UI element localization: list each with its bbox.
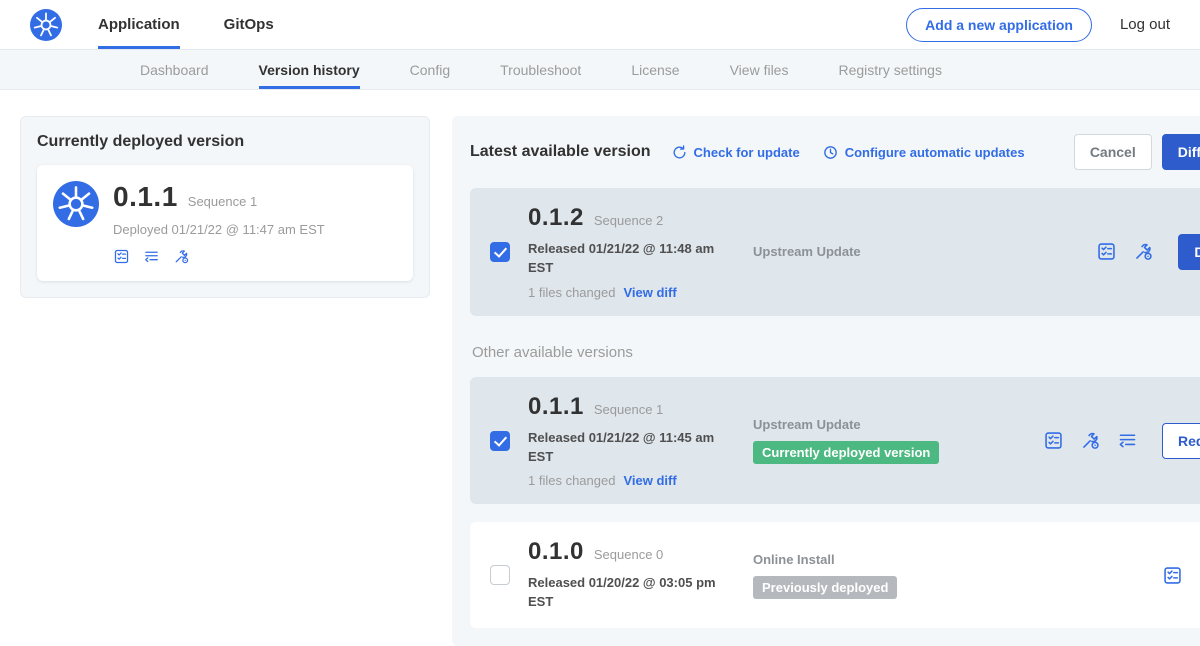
deployed-version-number: 0.1.1 bbox=[113, 181, 178, 213]
version-source-block: Upstream Update bbox=[753, 244, 1043, 259]
previously-deployed-badge: Previously deployed bbox=[753, 576, 897, 599]
release-notes-icon[interactable] bbox=[113, 248, 130, 265]
primary-nav: Application GitOps bbox=[98, 0, 318, 49]
subnav-dashboard[interactable]: Dashboard bbox=[140, 50, 209, 89]
add-application-button[interactable]: Add a new application bbox=[906, 8, 1092, 42]
deployed-sequence: Sequence 1 bbox=[188, 194, 257, 209]
latest-version-title: Latest available version bbox=[470, 143, 651, 161]
version-source-block: Upstream Update Currently deployed versi… bbox=[753, 417, 1043, 464]
version-info: 0.1.0 Sequence 0 Released 01/20/22 @ 03:… bbox=[528, 538, 753, 612]
version-info: 0.1.2 Sequence 2 Released 01/21/22 @ 11:… bbox=[528, 204, 753, 300]
main-content: Currently deployed version 0.1.1 Sequenc… bbox=[0, 90, 1200, 646]
release-notes-icon[interactable] bbox=[1162, 565, 1183, 586]
version-source-block: Online Install Previously deployed bbox=[753, 552, 1043, 599]
deployed-info: 0.1.1 Sequence 1 Deployed 01/21/22 @ 11:… bbox=[113, 181, 325, 265]
version-row-actions: Redeploy bbox=[1043, 423, 1200, 459]
app-subnav: Dashboard Version history Config Trouble… bbox=[0, 50, 1200, 90]
preflight-checks-icon[interactable] bbox=[173, 248, 190, 265]
version-checkbox[interactable] bbox=[490, 242, 510, 262]
other-versions-title: Other available versions bbox=[472, 344, 1200, 361]
files-changed-label: 1 files changed bbox=[528, 473, 615, 488]
check-for-update-label: Check for update bbox=[694, 145, 800, 160]
deploy-button[interactable]: Deploy bbox=[1178, 234, 1200, 270]
currently-deployed-panel: Currently deployed version 0.1.1 Sequenc… bbox=[20, 116, 430, 298]
version-sequence: Sequence 0 bbox=[594, 547, 663, 562]
tab-gitops[interactable]: GitOps bbox=[224, 0, 274, 49]
deployed-version-card: 0.1.1 Sequence 1 Deployed 01/21/22 @ 11:… bbox=[37, 165, 413, 281]
subnav-registry-settings[interactable]: Registry settings bbox=[838, 50, 941, 89]
subnav-view-files[interactable]: View files bbox=[730, 50, 789, 89]
version-source-label: Upstream Update bbox=[753, 417, 1043, 432]
configure-updates-label: Configure automatic updates bbox=[845, 145, 1025, 160]
version-row-actions bbox=[1162, 565, 1200, 586]
currently-deployed-badge: Currently deployed version bbox=[753, 441, 939, 464]
navbar-right: Add a new application Log out bbox=[906, 8, 1170, 42]
logout-link[interactable]: Log out bbox=[1120, 16, 1170, 33]
deployed-title: Currently deployed version bbox=[37, 133, 413, 151]
app-icon bbox=[53, 181, 99, 227]
preflight-checks-icon[interactable] bbox=[1080, 430, 1101, 451]
version-sequence: Sequence 2 bbox=[594, 213, 663, 228]
version-number: 0.1.1 bbox=[528, 393, 584, 421]
kubernetes-logo-icon[interactable] bbox=[30, 9, 62, 41]
currently-deployed-section: Currently deployed version 0.1.1 Sequenc… bbox=[20, 116, 430, 298]
version-row-0-1-1: 0.1.1 Sequence 1 Released 01/21/22 @ 11:… bbox=[470, 377, 1200, 505]
released-timestamp: Released 01/21/22 @ 11:45 am EST bbox=[528, 429, 724, 467]
view-diff-link[interactable]: View diff bbox=[623, 473, 676, 488]
released-timestamp: Released 01/20/22 @ 03:05 pm EST bbox=[528, 574, 724, 612]
view-diff-link[interactable]: View diff bbox=[623, 285, 676, 300]
version-info: 0.1.1 Sequence 1 Released 01/21/22 @ 11:… bbox=[528, 393, 753, 489]
release-notes-icon[interactable] bbox=[1096, 241, 1117, 262]
subnav-license[interactable]: License bbox=[631, 50, 679, 89]
version-source-label: Online Install bbox=[753, 552, 1043, 567]
release-notes-icon[interactable] bbox=[1043, 430, 1064, 451]
refresh-icon bbox=[671, 144, 688, 161]
top-navbar: Application GitOps Add a new application… bbox=[0, 0, 1200, 50]
header-buttons: Cancel Diff releases bbox=[1074, 134, 1200, 170]
deploy-logs-icon[interactable] bbox=[1117, 430, 1138, 451]
diff-releases-button[interactable]: Diff releases bbox=[1162, 134, 1200, 170]
latest-version-header: Latest available version Check for updat… bbox=[470, 134, 1200, 170]
preflight-checks-icon[interactable] bbox=[1133, 241, 1154, 262]
deployed-timestamp: Deployed 01/21/22 @ 11:47 am EST bbox=[113, 222, 325, 237]
cancel-button[interactable]: Cancel bbox=[1074, 134, 1152, 170]
tab-application[interactable]: Application bbox=[98, 0, 180, 49]
version-checkbox[interactable] bbox=[490, 431, 510, 451]
version-source-label: Upstream Update bbox=[753, 244, 1043, 259]
subnav-troubleshoot[interactable]: Troubleshoot bbox=[500, 50, 581, 89]
subnav-config[interactable]: Config bbox=[410, 50, 450, 89]
version-number: 0.1.2 bbox=[528, 204, 584, 232]
deploy-logs-icon[interactable] bbox=[143, 248, 160, 265]
configure-automatic-updates-link[interactable]: Configure automatic updates bbox=[822, 144, 1025, 161]
version-history-panel: Latest available version Check for updat… bbox=[452, 116, 1200, 646]
version-checkbox[interactable] bbox=[490, 565, 510, 585]
subnav-version-history[interactable]: Version history bbox=[259, 50, 360, 89]
clock-icon bbox=[822, 144, 839, 161]
version-number: 0.1.0 bbox=[528, 538, 584, 566]
version-row-0-1-2: 0.1.2 Sequence 2 Released 01/21/22 @ 11:… bbox=[470, 188, 1200, 316]
redeploy-button[interactable]: Redeploy bbox=[1162, 423, 1200, 459]
check-for-update-link[interactable]: Check for update bbox=[671, 144, 800, 161]
version-row-actions: Deploy bbox=[1096, 234, 1200, 270]
version-sequence: Sequence 1 bbox=[594, 402, 663, 417]
files-changed-label: 1 files changed bbox=[528, 285, 615, 300]
released-timestamp: Released 01/21/22 @ 11:48 am EST bbox=[528, 240, 724, 278]
version-row-0-1-0: 0.1.0 Sequence 0 Released 01/20/22 @ 03:… bbox=[470, 522, 1200, 628]
